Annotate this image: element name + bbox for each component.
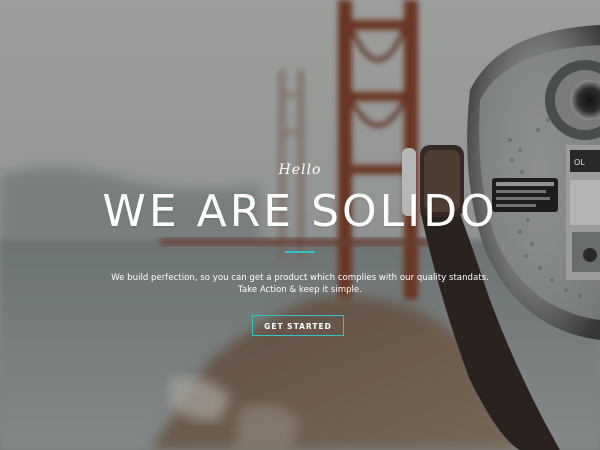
greeting-text: Hello [278, 162, 322, 178]
accent-divider [285, 251, 315, 253]
tagline-line-1: We build perfection, so you can get a pr… [111, 273, 489, 283]
hero-headline: WE ARE SOLIDO [102, 186, 498, 237]
hero-content: Hello WE ARE SOLIDO We build perfection,… [0, 0, 600, 450]
hero-section: Hello WE ARE SOLIDO We build perfection,… [0, 0, 600, 450]
get-started-button[interactable]: GET STARTED [252, 315, 344, 336]
hero-tagline: We build perfection, so you can get a pr… [0, 272, 600, 296]
tagline-line-2: Take Action & keep it simple. [238, 285, 362, 295]
